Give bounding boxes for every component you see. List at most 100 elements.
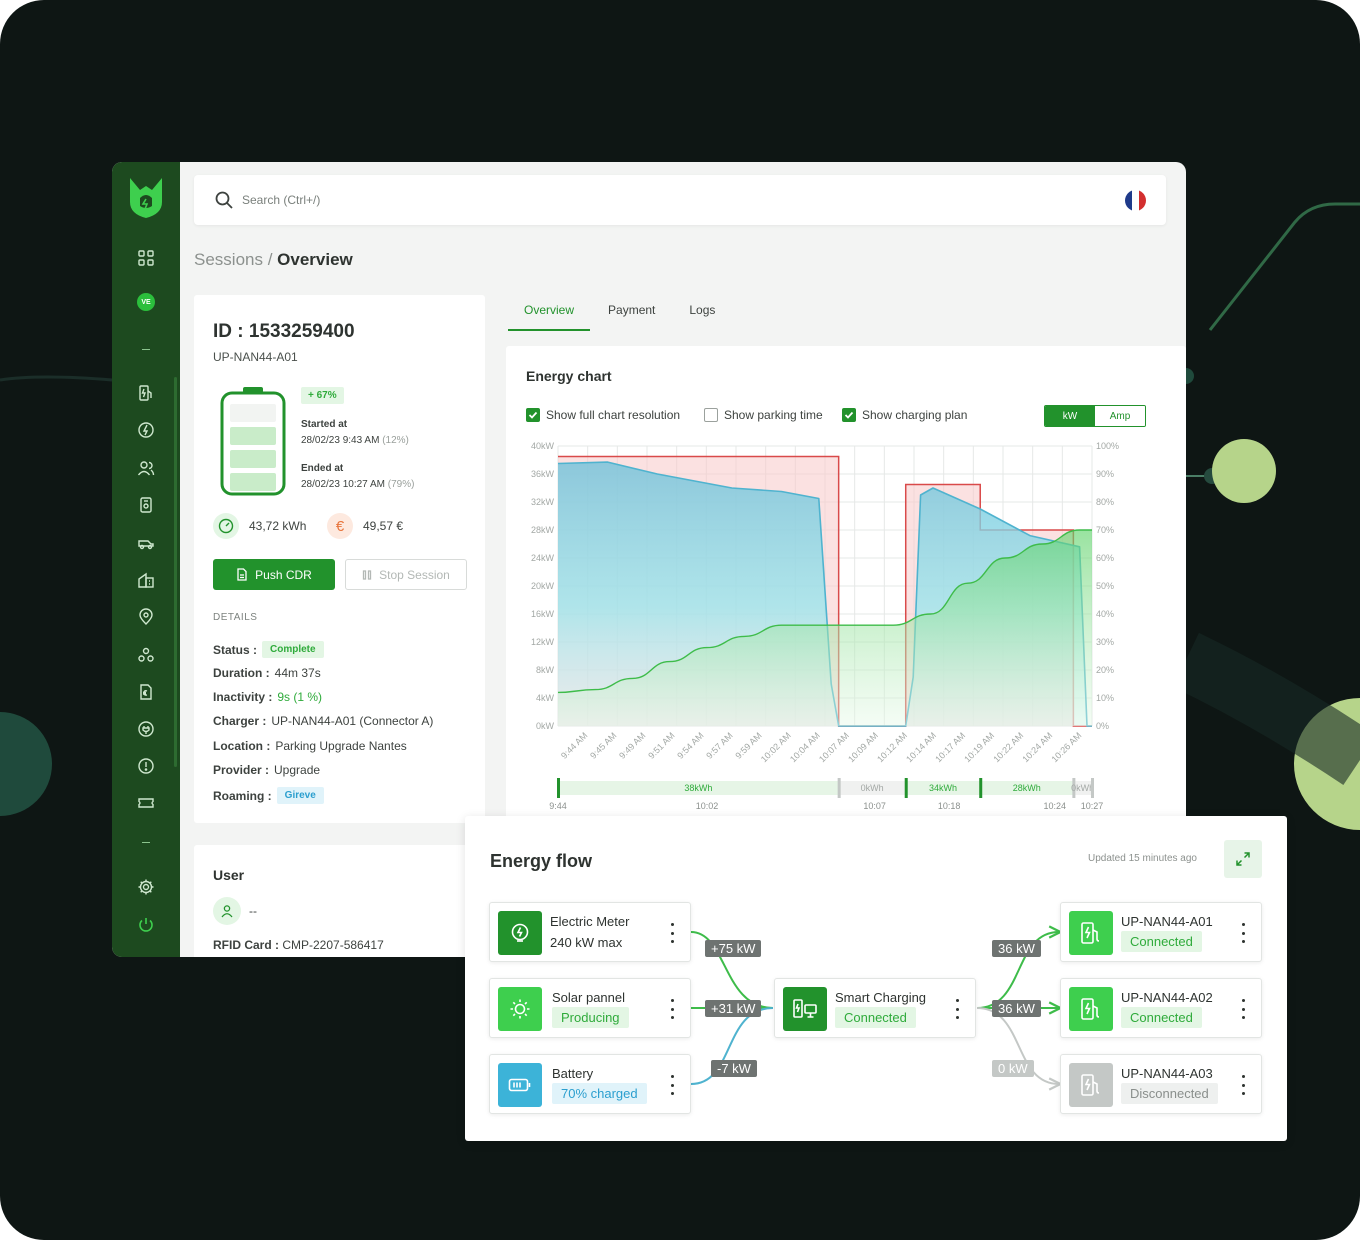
timeline-marker (1091, 778, 1094, 798)
user-avatar-icon (213, 897, 241, 925)
y2-tick-label: 40% (1096, 609, 1114, 619)
groups-icon[interactable] (136, 645, 156, 665)
power-logout-icon[interactable] (136, 915, 156, 935)
breadcrumb-parent[interactable]: Sessions (194, 250, 263, 269)
option-charging-plan[interactable]: Show charging plan (842, 408, 967, 422)
flow-value-meter: +75 kW (705, 940, 762, 957)
kebab-menu-icon[interactable] (1241, 923, 1245, 943)
charger-up-nan44-a01[interactable]: UP-NAN44-A01 Connected (1060, 902, 1262, 962)
user-rfid-value: CMP-2207-586417 (282, 938, 384, 952)
alert-icon[interactable] (136, 756, 156, 776)
expand-icon[interactable] (1224, 840, 1262, 878)
detail-location-value[interactable]: Parking Upgrade Nantes (275, 739, 406, 753)
x-tick-label: 9:49 AM (617, 730, 647, 760)
detail-charger-label: Charger : (213, 714, 267, 728)
ended-label: Ended at (301, 463, 344, 474)
kebab-menu-icon[interactable] (670, 999, 674, 1019)
y-tick-label: 8kW (536, 665, 555, 675)
detail-roaming: Roaming : Gireve (213, 787, 324, 804)
timeline-tick-label: 10:02 (696, 801, 719, 811)
sun-icon (498, 987, 542, 1031)
option-charging-plan-label: Show charging plan (862, 408, 968, 422)
push-cdr-button[interactable]: Push CDR (213, 559, 335, 590)
y2-tick-label: 80% (1096, 497, 1114, 507)
y2-tick-label: 50% (1096, 581, 1114, 591)
invoice-icon[interactable] (136, 682, 156, 702)
x-tick-label: 10:24 AM (1020, 730, 1054, 764)
ended-percent: (79%) (387, 479, 415, 490)
search-icon[interactable] (214, 190, 234, 210)
detail-status-label: Status : (213, 642, 258, 657)
building-icon[interactable] (136, 570, 156, 590)
x-tick-label: 10:12 AM (875, 730, 909, 764)
users-icon[interactable] (136, 458, 156, 478)
user-avatar-badge[interactable]: VE (137, 293, 155, 311)
y-tick-label: 40kW (531, 441, 555, 451)
tab-logs[interactable]: Logs (673, 295, 731, 331)
detail-provider-label: Provider : (213, 763, 270, 777)
source-status-badge: Producing (552, 1007, 629, 1028)
charging-station-icon[interactable] (136, 383, 156, 403)
tab-payment[interactable]: Payment (592, 295, 671, 331)
brand-logo-icon[interactable] (128, 176, 164, 220)
detail-charger-value[interactable]: UP-NAN44-A01 (Connector A) (271, 714, 433, 728)
checkbox-checked-icon[interactable] (526, 408, 540, 422)
kebab-menu-icon[interactable] (1241, 1075, 1245, 1095)
wallet-icon[interactable] (136, 495, 156, 515)
sidebar-scroll-rail[interactable] (174, 377, 177, 767)
lightning-circle-icon[interactable] (136, 420, 156, 440)
x-tick-label: 9:57 AM (704, 730, 734, 760)
x-tick-label: 10:02 AM (759, 730, 793, 764)
source-name: Solar pannel (552, 990, 625, 1005)
sidebar-divider (137, 842, 155, 844)
language-flag-fr-icon[interactable] (1125, 190, 1146, 211)
kebab-menu-icon[interactable] (1241, 999, 1245, 1019)
option-parking-time[interactable]: Show parking time (704, 408, 823, 422)
option-full-resolution-label: Show full chart resolution (546, 408, 681, 422)
settings-gear-icon[interactable] (136, 877, 156, 897)
location-pin-icon[interactable] (136, 607, 156, 627)
x-tick-label: 10:22 AM (991, 730, 1025, 764)
search-input[interactable] (242, 188, 742, 212)
source-battery[interactable]: Battery 70% charged (489, 1054, 691, 1114)
option-full-resolution[interactable]: Show full chart resolution (526, 408, 680, 422)
y2-tick-label: 60% (1096, 553, 1114, 563)
charger-up-nan44-a02[interactable]: UP-NAN44-A02 Connected (1060, 978, 1262, 1038)
charger-up-nan44-a03[interactable]: UP-NAN44-A03 Disconnected (1060, 1054, 1262, 1114)
battery-cell (230, 450, 276, 468)
checkbox-unchecked-icon[interactable] (704, 408, 718, 422)
flow-value-charger-2: 36 kW (992, 1000, 1041, 1017)
source-capacity: 240 kW max (550, 935, 623, 950)
detail-roaming-label: Roaming : (213, 788, 272, 803)
kebab-menu-icon[interactable] (670, 1075, 674, 1095)
timeline-tick-label: 10:24 (1043, 801, 1066, 811)
battery-cell (230, 404, 276, 422)
x-tick-label: 9:45 AM (588, 730, 618, 760)
kebab-menu-icon[interactable] (670, 923, 674, 943)
hub-status-badge: Connected (835, 1007, 916, 1028)
hub-name: Smart Charging (835, 990, 927, 1005)
stop-session-button[interactable]: Stop Session (345, 559, 467, 590)
hub-smart-charging[interactable]: Smart Charging Connected (774, 978, 976, 1038)
plug-icon[interactable] (136, 719, 156, 739)
detail-provider: Provider : Upgrade (213, 763, 320, 777)
unit-amp-button[interactable]: Amp (1095, 406, 1145, 426)
source-solar-panel[interactable]: Solar pannel Producing (489, 978, 691, 1038)
breadcrumb-current: Overview (277, 250, 353, 269)
search-bar (194, 175, 1166, 225)
user-name[interactable]: -- (249, 904, 257, 918)
x-tick-label: 10:07 AM (817, 730, 851, 764)
tab-overview[interactable]: Overview (508, 295, 591, 331)
ticket-icon[interactable] (136, 793, 156, 813)
checkbox-checked-icon[interactable] (842, 408, 856, 422)
detail-duration-value: 44m 37s (274, 666, 321, 680)
x-tick-label: 10:09 AM (846, 730, 880, 764)
y2-tick-label: 20% (1096, 665, 1114, 675)
x-tick-label: 10:14 AM (904, 730, 938, 764)
detail-duration: Duration : 44m 37s (213, 666, 321, 680)
vehicle-icon[interactable] (136, 533, 156, 553)
source-electric-meter[interactable]: Electric Meter 240 kW max (489, 902, 691, 962)
dashboard-icon[interactable] (136, 248, 156, 268)
unit-kw-button[interactable]: kW (1045, 406, 1095, 426)
kebab-menu-icon[interactable] (955, 999, 959, 1019)
